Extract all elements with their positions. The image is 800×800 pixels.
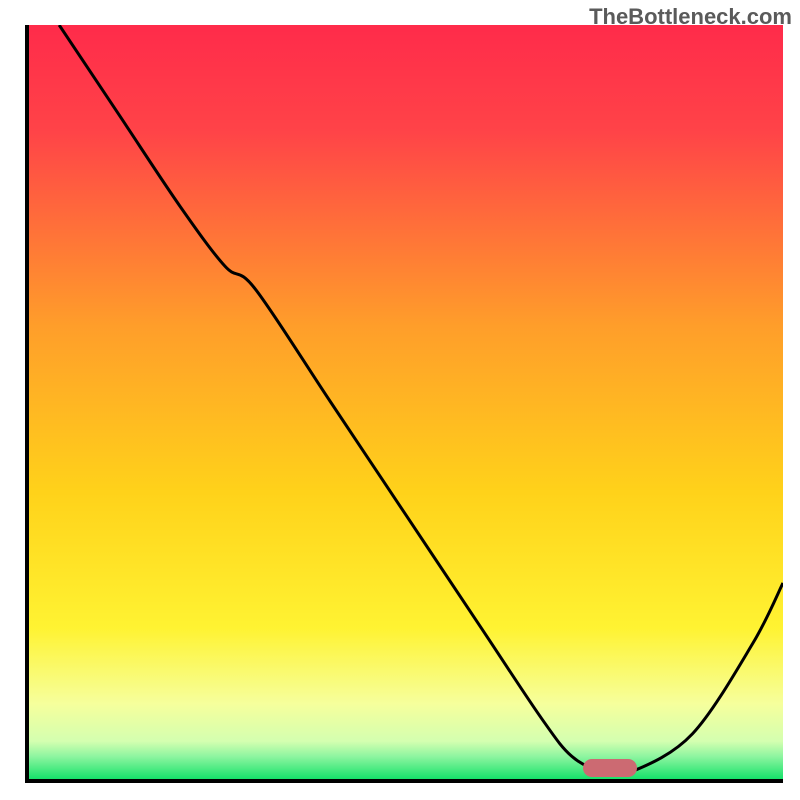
watermark-text: TheBottleneck.com: [589, 4, 792, 30]
chart-container: TheBottleneck.com: [0, 0, 800, 800]
plot-area: [25, 25, 783, 783]
optimal-marker: [583, 759, 637, 777]
bottleneck-curve: [29, 25, 783, 779]
